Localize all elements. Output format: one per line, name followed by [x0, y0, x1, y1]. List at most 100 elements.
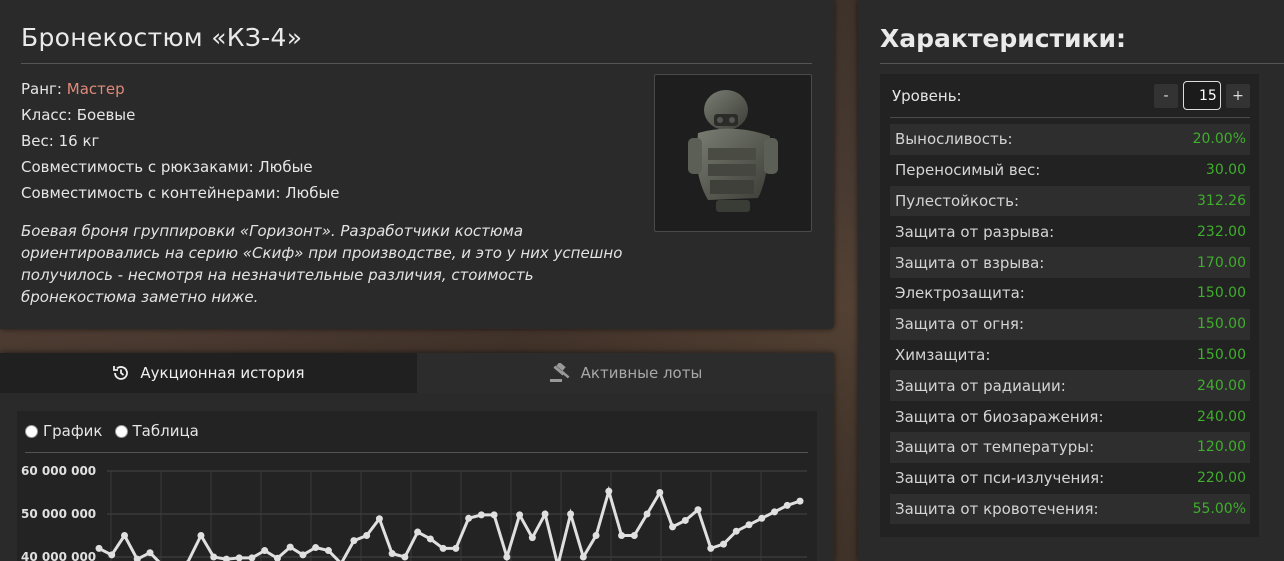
stat-row: Пулестойкость: 312.26 [890, 185, 1250, 217]
price-point[interactable] [643, 510, 651, 518]
price-point[interactable] [414, 528, 422, 536]
price-point[interactable] [720, 540, 728, 548]
armor-suit-icon [688, 90, 778, 212]
level-input[interactable] [1183, 81, 1221, 110]
stat-row: Защита от пси-излучения: 220.00 [890, 463, 1250, 494]
price-point[interactable] [681, 516, 689, 524]
price-point[interactable] [490, 511, 498, 519]
price-point[interactable] [350, 537, 358, 545]
auction-panel: Аукционная история Активные лоты График … [0, 353, 834, 561]
class-value: Боевые [76, 106, 136, 124]
characteristics-box: Уровень: - + Выносливость: 20.00% Переноси… [880, 74, 1259, 537]
radio-chart[interactable]: График [25, 422, 103, 440]
container-compat-value: Любые [285, 184, 340, 202]
price-point[interactable] [235, 554, 243, 561]
title-divider [21, 63, 812, 64]
stat-list: Выносливость: 20.00% Переносимый вес: 30.00… [890, 124, 1250, 525]
y-tick-label: 60 000 000 [21, 464, 96, 478]
price-point[interactable] [745, 521, 753, 529]
tab-auction-history[interactable]: Аукционная история [0, 353, 417, 393]
price-point[interactable] [286, 543, 294, 551]
y-tick-label: 40 000 000 [21, 550, 96, 561]
price-point[interactable] [796, 497, 804, 505]
stat-value: 150.00 [1197, 316, 1246, 333]
stat-value: 170.00 [1197, 254, 1246, 271]
price-point[interactable] [758, 514, 766, 522]
price-point[interactable] [312, 544, 320, 552]
price-point[interactable] [503, 553, 511, 561]
level-decrease-button[interactable]: - [1154, 83, 1178, 108]
auction-history-body: График Таблица 60 000 000 50 000 000 40 00… [17, 411, 817, 561]
price-point[interactable] [477, 511, 485, 519]
price-point[interactable] [197, 532, 205, 539]
price-point[interactable] [669, 523, 677, 531]
level-increase-button[interactable]: + [1226, 83, 1250, 108]
price-point[interactable] [579, 553, 587, 561]
level-label: Уровень: [892, 86, 962, 105]
price-series-line [98, 485, 801, 561]
price-point[interactable] [439, 544, 447, 552]
price-point[interactable] [324, 547, 332, 555]
stat-value: 312.26 [1197, 192, 1246, 209]
price-point[interactable] [707, 544, 715, 552]
class-label: Класс: [21, 106, 72, 124]
stat-value: 150.00 [1197, 285, 1246, 302]
price-point[interactable] [299, 551, 307, 559]
price-point[interactable] [120, 532, 128, 539]
gavel-icon [549, 363, 570, 382]
radio-table-circle[interactable] [114, 424, 128, 438]
y-tick-label: 50 000 000 [21, 507, 96, 521]
price-point[interactable] [567, 510, 575, 518]
tab-active-lots-label: Активные лоты [580, 364, 703, 382]
item-title: Бронекостюм «КЗ-4» [21, 23, 303, 52]
radio-chart-circle[interactable] [25, 424, 38, 438]
price-point[interactable] [694, 506, 702, 514]
view-mode-selector: График Таблица [25, 421, 809, 441]
stat-value: 55.00% [1192, 500, 1246, 517]
price-point[interactable] [95, 544, 103, 552]
price-point[interactable] [210, 553, 218, 561]
stat-label: Защита от биозаражения: [895, 407, 1104, 426]
price-point[interactable] [618, 532, 626, 539]
price-point[interactable] [363, 532, 371, 539]
price-history-chart: 60 000 000 50 000 000 40 000 000 [21, 464, 807, 561]
stat-row: Защита от огня: 150.00 [890, 308, 1250, 340]
price-point[interactable] [401, 553, 409, 561]
chart-divider [25, 452, 808, 453]
stat-value: 220.00 [1197, 470, 1246, 487]
radio-table[interactable]: Таблица [114, 422, 199, 440]
price-point[interactable] [261, 547, 269, 555]
price-point[interactable] [388, 550, 396, 558]
stat-row: Электрозащита: 150.00 [890, 278, 1250, 309]
backpack-compat-label: Совместимость с рюкзаками: [21, 158, 254, 176]
price-point[interactable] [592, 532, 600, 539]
auction-tabs: Аукционная история Активные лоты [0, 353, 834, 393]
price-point[interactable] [465, 514, 473, 522]
price-point[interactable] [452, 544, 460, 552]
price-point[interactable] [732, 527, 740, 535]
stat-label: Выносливость: [895, 130, 1013, 149]
price-point[interactable] [108, 551, 116, 559]
price-point[interactable] [605, 487, 613, 495]
rank-label: Ранг: [21, 80, 62, 98]
price-point[interactable] [528, 534, 536, 542]
tab-auction-history-label: Аукционная история [140, 364, 305, 382]
price-point[interactable] [426, 535, 434, 543]
tab-active-lots[interactable]: Активные лоты [417, 353, 834, 393]
price-point[interactable] [222, 555, 230, 561]
price-point[interactable] [630, 532, 638, 539]
characteristics-title: Характеристики: [880, 24, 1127, 53]
price-point[interactable] [375, 515, 383, 523]
weight-label: Вес: [21, 132, 54, 150]
price-point[interactable] [146, 549, 154, 557]
stat-value: 30.00 [1205, 162, 1246, 179]
price-point[interactable] [516, 511, 524, 519]
price-point[interactable] [771, 508, 779, 516]
price-point[interactable] [541, 510, 549, 518]
stat-row: Химзащита: 150.00 [890, 340, 1250, 371]
stat-label: Защита от пси-излучения: [895, 469, 1105, 488]
price-point[interactable] [656, 489, 664, 496]
item-image [654, 74, 812, 232]
price-point[interactable] [783, 501, 791, 509]
stat-label: Защита от разрыва: [895, 222, 1055, 241]
